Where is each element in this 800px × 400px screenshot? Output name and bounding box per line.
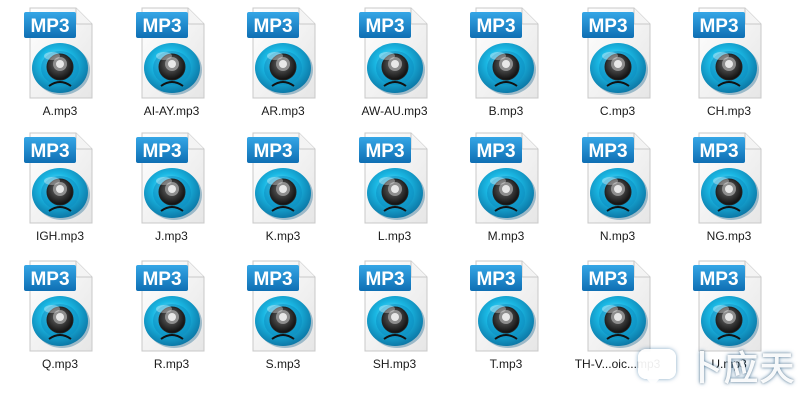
- svg-text:MP3: MP3: [699, 269, 738, 290]
- file-name-label: L.mp3: [377, 229, 412, 243]
- file-name-label: N.mp3: [599, 229, 636, 243]
- svg-text:MP3: MP3: [253, 16, 292, 37]
- file-name-label: AR.mp3: [261, 104, 305, 118]
- mp3-file-icon: MP3: [581, 6, 654, 102]
- file-name-label: CH.mp3: [706, 104, 751, 118]
- file-item[interactable]: MP3 NG.mp3: [674, 131, 784, 249]
- svg-text:MP3: MP3: [588, 16, 627, 37]
- svg-text:MP3: MP3: [699, 16, 738, 37]
- mp3-file-icon: MP3: [135, 6, 208, 102]
- file-name-label: S.mp3: [265, 357, 301, 371]
- file-item[interactable]: MP3 AR.mp3: [228, 6, 338, 124]
- svg-text:MP3: MP3: [30, 269, 69, 290]
- file-item[interactable]: MP3 T.mp3: [451, 259, 561, 377]
- file-name-label: NG.mp3: [706, 229, 752, 243]
- file-item[interactable]: MP3 M.mp3: [451, 131, 561, 249]
- file-item[interactable]: MP3 SH.mp3: [340, 259, 450, 377]
- file-name-label: C.mp3: [599, 104, 636, 118]
- watermark: 卜应天: [596, 336, 796, 394]
- file-item[interactable]: MP3 R.mp3: [117, 259, 227, 377]
- file-item[interactable]: MP3 N.mp3: [563, 131, 673, 249]
- mp3-file-icon: MP3: [581, 131, 654, 227]
- mp3-file-icon: MP3: [135, 131, 208, 227]
- mp3-file-icon: MP3: [693, 6, 765, 102]
- mp3-file-icon: MP3: [247, 6, 319, 102]
- file-name-label: T.mp3: [489, 357, 523, 371]
- mp3-file-icon: MP3: [693, 131, 765, 227]
- svg-text:MP3: MP3: [142, 16, 181, 37]
- svg-text:MP3: MP3: [476, 16, 515, 37]
- file-item[interactable]: MP3 K.mp3: [228, 131, 338, 249]
- svg-text:MP3: MP3: [365, 141, 404, 162]
- watermark-text: 卜应天: [688, 348, 796, 389]
- file-item[interactable]: MP3 C.mp3: [563, 6, 673, 124]
- mp3-file-icon: MP3: [24, 259, 96, 355]
- mp3-file-icon: MP3: [247, 259, 319, 355]
- file-name-label: A.mp3: [42, 104, 78, 118]
- mp3-file-icon: MP3: [358, 259, 431, 355]
- file-name-label: IGH.mp3: [35, 229, 84, 243]
- file-item[interactable]: MP3 CH.mp3: [674, 6, 784, 124]
- svg-text:MP3: MP3: [365, 269, 404, 290]
- file-item[interactable]: MP3 IGH.mp3: [5, 131, 115, 249]
- mp3-file-icon: MP3: [135, 259, 208, 355]
- watermark-logo-icon: [636, 345, 680, 386]
- file-item[interactable]: MP3 L.mp3: [340, 131, 450, 249]
- file-name-label: AW-AU.mp3: [361, 104, 428, 118]
- file-item[interactable]: MP3 AI-AY.mp3: [117, 6, 227, 124]
- file-item[interactable]: MP3 J.mp3: [117, 131, 227, 249]
- mp3-file-icon: MP3: [358, 6, 431, 102]
- svg-text:MP3: MP3: [699, 141, 738, 162]
- file-item[interactable]: MP3 Q.mp3: [5, 259, 115, 377]
- svg-text:MP3: MP3: [476, 269, 515, 290]
- file-name-label: M.mp3: [487, 229, 525, 243]
- svg-text:MP3: MP3: [588, 269, 627, 290]
- file-name-label: B.mp3: [488, 104, 524, 118]
- svg-text:MP3: MP3: [253, 141, 292, 162]
- mp3-file-icon: MP3: [470, 259, 542, 355]
- file-name-label: AI-AY.mp3: [143, 104, 200, 118]
- mp3-file-icon: MP3: [470, 131, 542, 227]
- file-name-label: R.mp3: [153, 357, 190, 371]
- file-name-label: SH.mp3: [372, 357, 417, 371]
- file-name-label: J.mp3: [155, 229, 188, 243]
- file-item[interactable]: MP3 B.mp3: [451, 6, 561, 124]
- svg-text:MP3: MP3: [253, 269, 292, 290]
- svg-text:MP3: MP3: [476, 141, 515, 162]
- file-item[interactable]: MP3 AW-AU.mp3: [340, 6, 450, 124]
- svg-text:MP3: MP3: [142, 141, 181, 162]
- mp3-file-icon: MP3: [24, 131, 96, 227]
- svg-text:MP3: MP3: [30, 16, 69, 37]
- file-name-label: Q.mp3: [41, 357, 78, 371]
- svg-text:MP3: MP3: [365, 16, 404, 37]
- svg-text:MP3: MP3: [30, 141, 69, 162]
- mp3-file-icon: MP3: [24, 6, 96, 102]
- file-item[interactable]: MP3 A.mp3: [5, 6, 115, 124]
- file-name-label: K.mp3: [265, 229, 301, 243]
- mp3-file-icon: MP3: [358, 131, 431, 227]
- svg-text:MP3: MP3: [142, 269, 181, 290]
- mp3-file-icon: MP3: [470, 6, 542, 102]
- mp3-file-icon: MP3: [247, 131, 319, 227]
- file-item[interactable]: MP3 S.mp3: [228, 259, 338, 377]
- svg-text:MP3: MP3: [588, 141, 627, 162]
